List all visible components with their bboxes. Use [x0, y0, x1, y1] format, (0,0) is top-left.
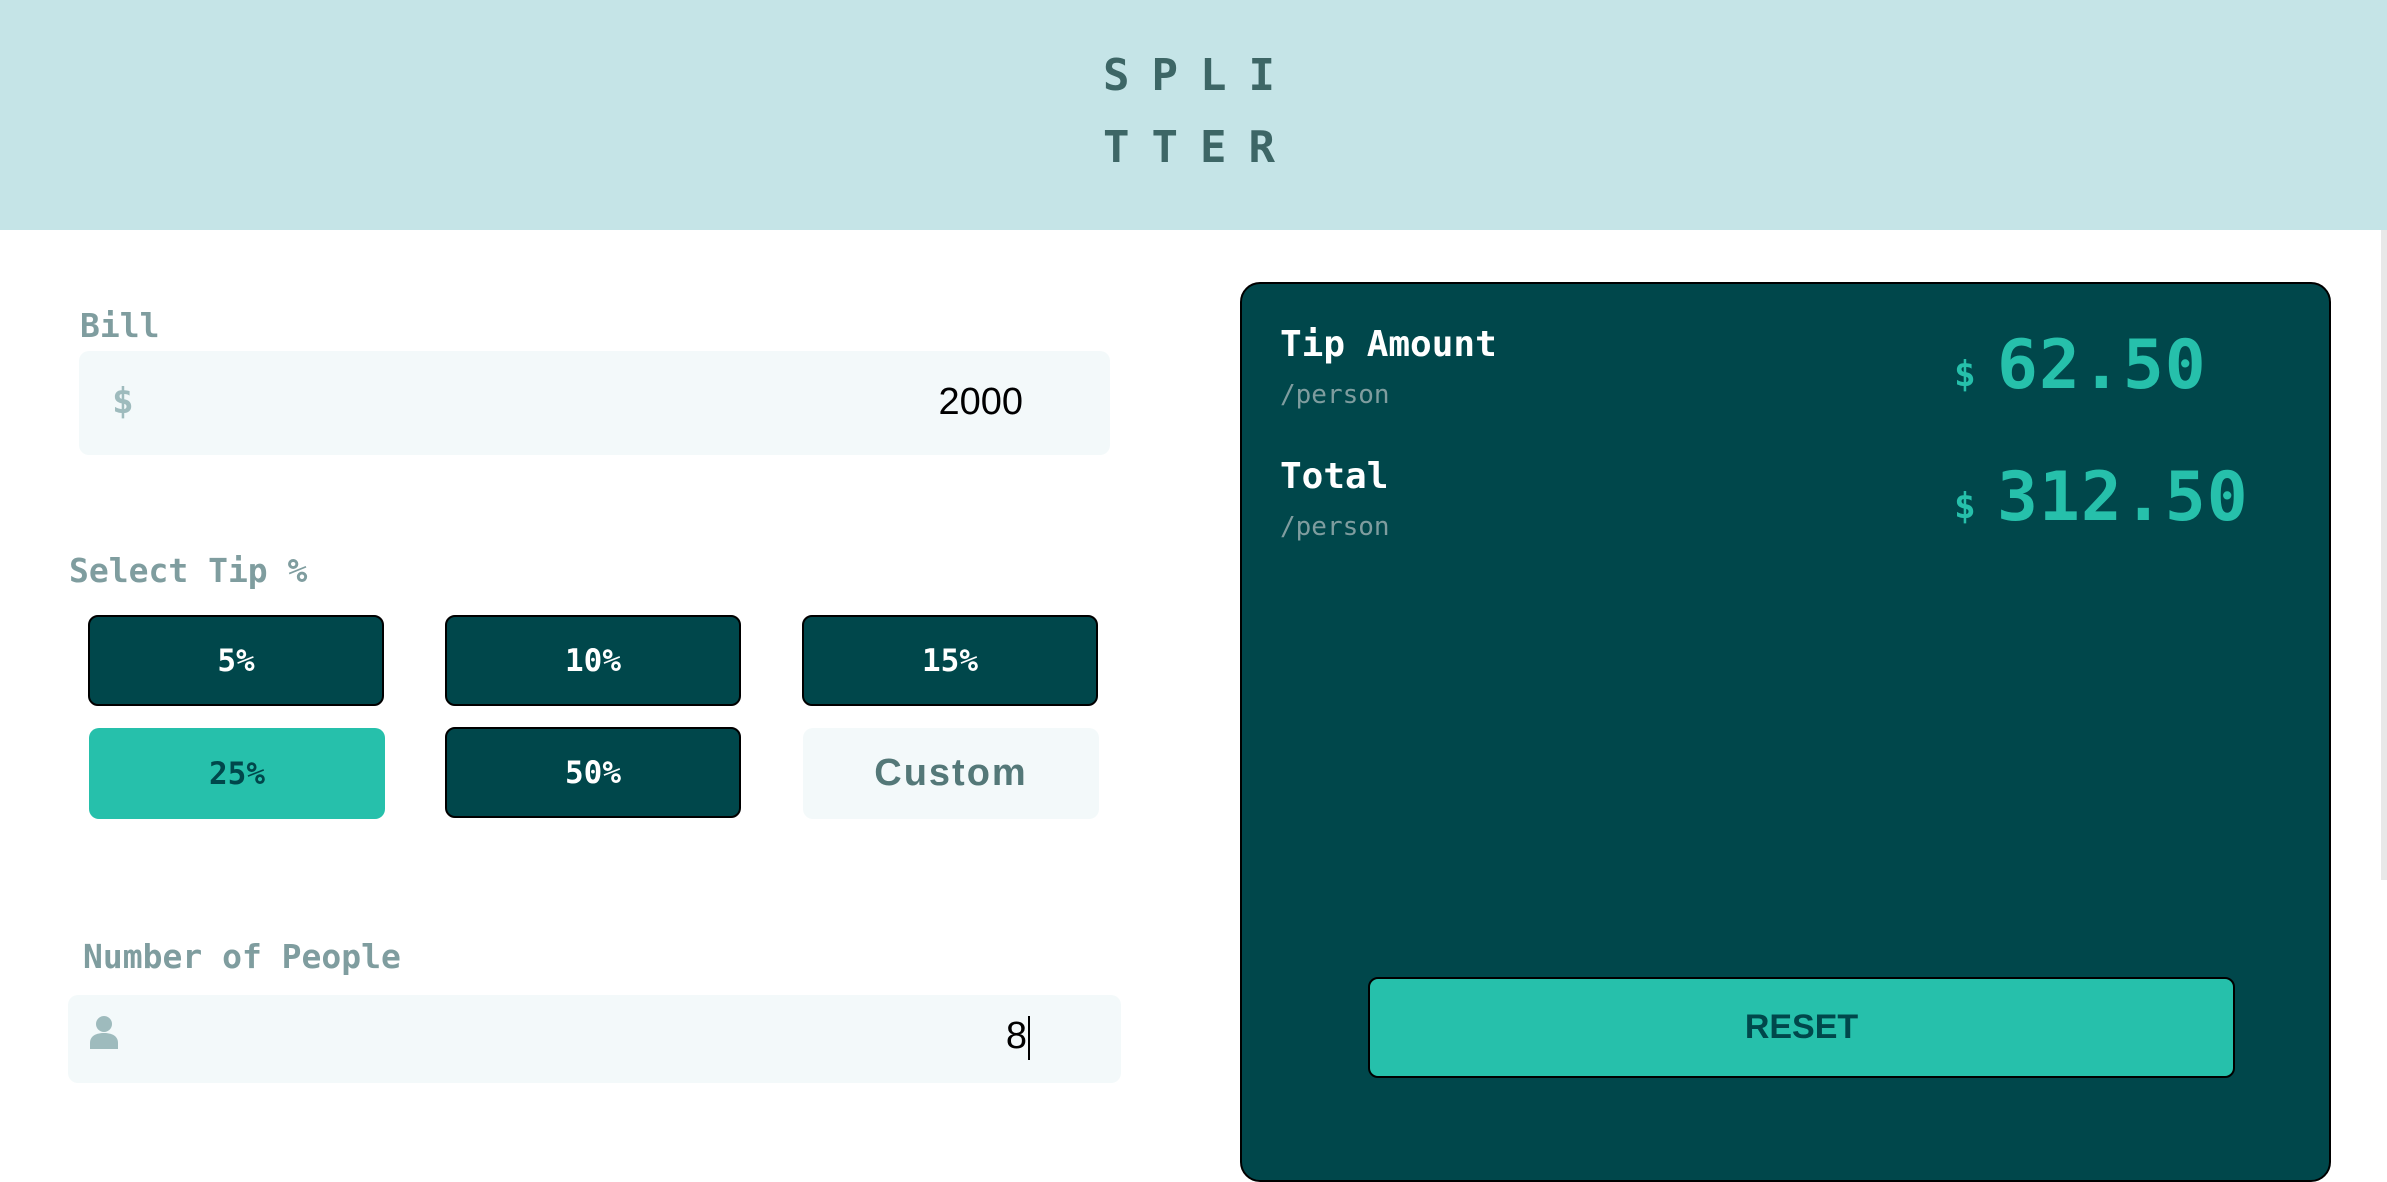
- tip-button-10[interactable]: 10%: [445, 615, 741, 706]
- total-title: Total: [1280, 456, 1389, 497]
- tip-button-25[interactable]: 25%: [89, 728, 385, 819]
- tip-amount-currency: $: [1954, 354, 1976, 395]
- custom-tip-input[interactable]: Custom: [803, 728, 1099, 819]
- reset-button-label: RESET: [1744, 1008, 1859, 1046]
- person-icon: [90, 1016, 118, 1049]
- total-per-person: /person: [1280, 512, 1390, 542]
- reset-button[interactable]: RESET: [1368, 977, 2235, 1078]
- people-input[interactable]: 8: [68, 995, 1121, 1083]
- tip-button-15[interactable]: 15%: [802, 615, 1098, 706]
- tip-amount-title: Tip Amount: [1280, 324, 1497, 365]
- text-caret: [1028, 1015, 1030, 1060]
- tip-button-label: 15%: [922, 642, 978, 679]
- bill-label: Bill: [80, 306, 160, 345]
- people-value-text: 8: [1005, 1015, 1027, 1057]
- tip-button-50[interactable]: 50%: [445, 727, 741, 818]
- tip-button-label: 10%: [565, 642, 621, 679]
- dollar-icon: $: [112, 381, 134, 422]
- bill-input-value: 2000: [938, 381, 1023, 423]
- logo-line-1: SPLI: [1103, 50, 1297, 101]
- app-header: SPLI TTER: [0, 0, 2387, 230]
- results-panel: Tip Amount /person $ 62.50 Total /person…: [1240, 282, 2331, 1182]
- total-value: 312.50: [1997, 458, 2249, 537]
- custom-tip-placeholder: Custom: [874, 752, 1028, 794]
- app-logo: SPLI TTER: [1080, 40, 1320, 184]
- bill-input[interactable]: $ 2000: [79, 351, 1110, 455]
- tip-button-label: 5%: [217, 642, 255, 679]
- tip-button-label: 50%: [565, 754, 621, 791]
- tip-button-label: 25%: [209, 755, 265, 792]
- people-label: Number of People: [83, 937, 401, 976]
- logo-line-2: TTER: [1103, 122, 1297, 173]
- page-scrollbar[interactable]: [2381, 230, 2387, 880]
- tip-amount-value: 62.50: [1997, 326, 2207, 405]
- select-tip-label: Select Tip %: [69, 551, 308, 590]
- people-input-value: 8: [1006, 1015, 1030, 1060]
- total-currency: $: [1954, 486, 1976, 527]
- tip-button-5[interactable]: 5%: [88, 615, 384, 706]
- tip-amount-per-person: /person: [1280, 380, 1390, 410]
